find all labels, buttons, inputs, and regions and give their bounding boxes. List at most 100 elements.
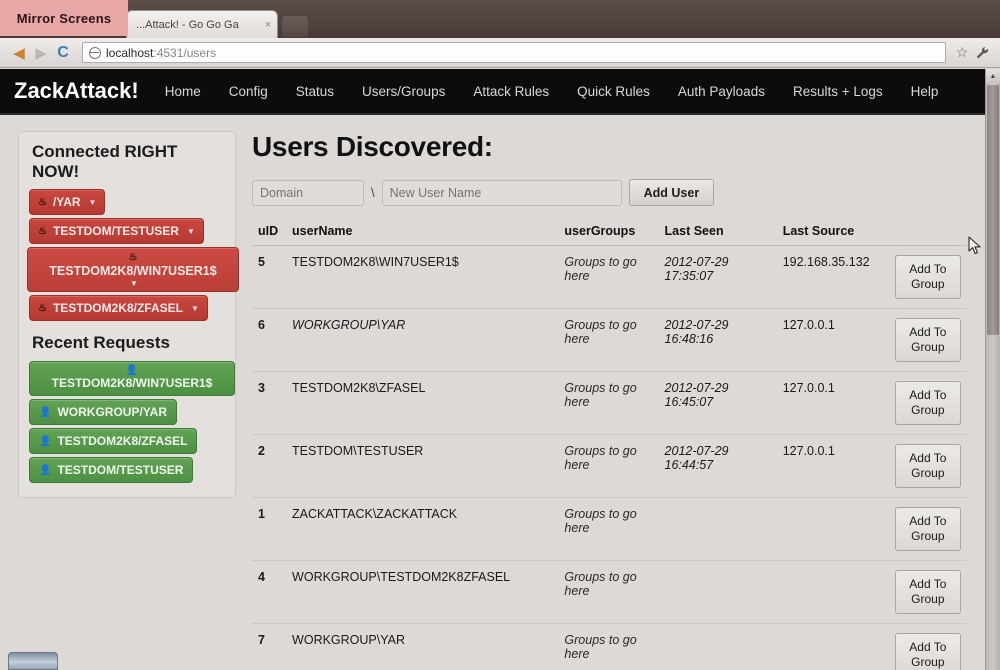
fire-icon: ♨ [38, 225, 47, 237]
add-to-group-button[interactable]: Add To Group [894, 633, 961, 670]
users-table-head: uID userName userGroups Last Seen Last S… [252, 224, 967, 246]
recent-item-testdom2k8-zfasel[interactable]: 👤 TESTDOM2K8/ZFASEL [29, 428, 198, 455]
cell-last-source: 127.0.0.1 [776, 371, 889, 435]
cell-actions: Add To Group [888, 371, 967, 435]
connected-item-testdom2k8-win7user1[interactable]: ♨ TESTDOM2K8/WIN7USER1$ ▼ [27, 247, 239, 293]
recent-requests-list: 👤 TESTDOM2K8/WIN7USER1$ 👤 WORKGROUP/YAR … [29, 361, 235, 484]
add-to-group-button[interactable]: Add To Group [894, 255, 961, 299]
mirror-screens-label: Mirror Screens [16, 10, 112, 26]
nav-links: Home Config Status Users/Groups Attack R… [165, 84, 939, 99]
sidebar: Connected RIGHT NOW! ♨ /YAR ▼ ♨ TESTDOM/… [18, 131, 239, 499]
wrench-menu-icon[interactable] [972, 42, 992, 64]
cell-last-seen: 2012-07-29 16:48:16 [658, 308, 777, 372]
column-header-last-seen[interactable]: Last Seen [658, 224, 777, 246]
nav-item-status[interactable]: Status [296, 84, 334, 99]
nav-item-home[interactable]: Home [165, 84, 201, 99]
new-tab-button[interactable] [282, 16, 308, 37]
table-row: 3 TESTDOM2K8\ZFASEL Groups to go here 20… [252, 371, 967, 435]
back-arrow-icon[interactable]: ◀ [8, 42, 30, 64]
nav-item-quick-rules[interactable]: Quick Rules [577, 84, 650, 99]
add-user-button[interactable]: Add User [628, 179, 715, 206]
table-header-row: uID userName userGroups Last Seen Last S… [252, 224, 967, 246]
add-to-group-button[interactable]: Add To Group [894, 507, 961, 551]
nav-item-users-groups[interactable]: Users/Groups [362, 84, 445, 99]
cell-uid: 2 [252, 434, 287, 498]
column-header-uid[interactable]: uID [252, 224, 287, 246]
add-to-group-button[interactable]: Add To Group [894, 318, 961, 362]
cell-usergroups: Groups to go here [558, 623, 659, 670]
table-row: 4 WORKGROUP\TESTDOM2K8ZFASEL Groups to g… [252, 560, 967, 624]
add-to-group-button[interactable]: Add To Group [894, 381, 961, 425]
cell-uid: 4 [252, 560, 287, 624]
nav-item-auth-payloads[interactable]: Auth Payloads [678, 84, 765, 99]
vertical-scrollbar[interactable]: ▲ [985, 69, 1000, 670]
connected-item-label: TESTDOM2K8/ZFASEL [52, 301, 183, 316]
add-to-group-button[interactable]: Add To Group [894, 444, 961, 488]
fire-icon: ♨ [38, 302, 47, 314]
cell-actions: Add To Group [888, 623, 967, 670]
recent-item-testdom2k8-win7user1[interactable]: 👤 TESTDOM2K8/WIN7USER1$ [29, 361, 235, 397]
main-content: Users Discovered: \ Add User uID userNam… [252, 131, 967, 670]
forward-arrow-icon[interactable]: ▶ [30, 42, 52, 64]
add-user-form: \ Add User [252, 179, 967, 206]
nav-item-help[interactable]: Help [911, 84, 939, 99]
cell-username: WORKGROUP\TESTDOM2K8ZFASEL [286, 560, 559, 624]
recent-item-label: TESTDOM2K8/ZFASEL [57, 434, 188, 449]
recent-item-workgroup-yar[interactable]: 👤 WORKGROUP/YAR [29, 399, 178, 426]
connected-item-testdom2k8-zfasel[interactable]: ♨ TESTDOM2K8/ZFASEL ▼ [29, 295, 208, 322]
column-header-usergroups[interactable]: userGroups [558, 224, 659, 246]
new-user-name-input[interactable] [381, 179, 622, 206]
browser-tab[interactable]: ...Attack! - Go Go Ga × [126, 10, 278, 38]
table-row: 6 WORKGROUP\YAR Groups to go here 2012-0… [252, 308, 967, 372]
connected-now-heading: Connected RIGHT NOW! [32, 142, 178, 182]
scroll-up-arrow-icon[interactable]: ▲ [986, 69, 1000, 83]
cell-usergroups: Groups to go here [558, 245, 659, 309]
cell-uid: 7 [252, 623, 287, 670]
bookmark-star-icon[interactable]: ☆ [952, 42, 972, 64]
column-header-actions [888, 224, 967, 246]
cell-last-source [776, 623, 889, 670]
chevron-down-icon: ▼ [88, 197, 97, 207]
cell-usergroups: Groups to go here [558, 434, 659, 498]
cell-actions: Add To Group [888, 434, 967, 498]
scrollbar-thumb[interactable] [987, 85, 999, 335]
table-row: 1 ZACKATTACK\ZACKATTACK Groups to go her… [252, 497, 967, 561]
cell-last-seen: 2012-07-29 17:35:07 [658, 245, 777, 309]
nav-item-config[interactable]: Config [229, 84, 268, 99]
site-brand[interactable]: ZackAttack! [14, 78, 139, 104]
nav-item-results-logs[interactable]: Results + Logs [793, 84, 883, 99]
table-row: 2 TESTDOM\TESTUSER Groups to go here 201… [252, 434, 967, 498]
connected-item-testdom-testuser[interactable]: ♨ TESTDOM/TESTUSER ▼ [29, 218, 204, 245]
cell-actions: Add To Group [888, 560, 967, 624]
browser-tab-title: ...Attack! - Go Go Ga [136, 18, 239, 31]
cell-usergroups: Groups to go here [558, 371, 659, 435]
connected-item-yar[interactable]: ♨ /YAR ▼ [29, 189, 106, 216]
cell-uid: 6 [252, 308, 287, 372]
domain-input[interactable] [252, 179, 364, 206]
cell-last-source [776, 497, 889, 561]
users-table: uID userName userGroups Last Seen Last S… [252, 224, 967, 670]
recent-item-testdom-testuser[interactable]: 👤 TESTDOM/TESTUSER [29, 457, 194, 484]
address-bar[interactable]: localhost:4531/users [82, 42, 946, 63]
cell-uid: 1 [252, 497, 287, 561]
person-icon: 👤 [39, 435, 52, 447]
browser-toolbar: ◀ ▶ C localhost:4531/users ☆ [0, 38, 1000, 68]
cell-last-seen [658, 560, 777, 624]
close-icon[interactable]: × [261, 19, 271, 31]
reload-icon[interactable]: C [52, 42, 74, 64]
cell-username: TESTDOM2K8\WIN7USER1$ [286, 245, 559, 309]
cell-username: TESTDOM\TESTUSER [286, 434, 559, 498]
nav-item-attack-rules[interactable]: Attack Rules [473, 84, 549, 99]
site-navigation-bar: ZackAttack! Home Config Status Users/Gro… [0, 69, 985, 115]
person-icon: 👤 [39, 406, 52, 418]
column-header-username[interactable]: userName [286, 224, 559, 246]
table-row: 7 WORKGROUP\YAR Groups to go here Add To… [252, 623, 967, 670]
screen-root: ...Attack! - Go Go Ga × Mirror Screens ◀… [0, 0, 1000, 670]
connected-item-label: /YAR [52, 195, 81, 210]
cell-usergroups: Groups to go here [558, 497, 659, 561]
recent-requests-heading: Recent Requests [32, 333, 170, 353]
taskbar-window-icon[interactable] [8, 652, 58, 670]
add-to-group-button[interactable]: Add To Group [894, 570, 961, 614]
column-header-last-source[interactable]: Last Source [776, 224, 889, 246]
table-row: 5 TESTDOM2K8\WIN7USER1$ Groups to go her… [252, 245, 967, 309]
